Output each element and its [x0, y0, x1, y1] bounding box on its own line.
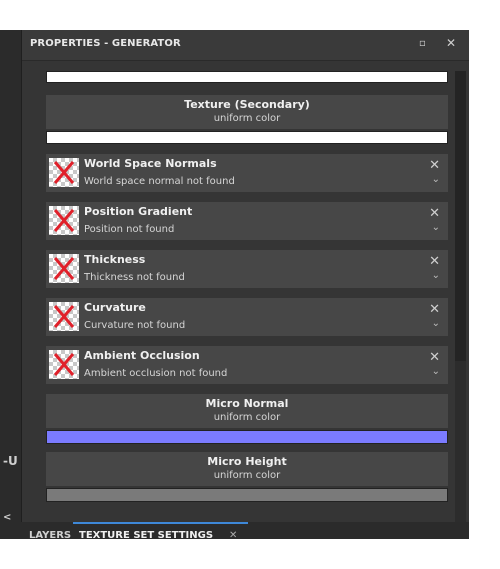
texture-secondary-slot[interactable]: Texture (Secondary) uniform color	[46, 95, 448, 129]
missing-texture-icon	[49, 302, 79, 331]
texture-secondary-color-swatch[interactable]	[46, 131, 448, 144]
close-icon[interactable]: ✕	[446, 36, 456, 50]
remove-icon[interactable]: ✕	[429, 206, 440, 221]
slot-title: World Space Normals	[84, 157, 217, 170]
slot-title: Curvature	[84, 301, 146, 314]
slot-position-gradient[interactable]: Position Gradient Position not found ✕ ⌄	[46, 202, 448, 240]
missing-texture-icon	[49, 158, 79, 187]
chevron-down-icon[interactable]: ⌄	[432, 174, 440, 185]
panel-title: PROPERTIES - GENERATOR	[30, 38, 181, 49]
collapse-arrow-icon[interactable]: <	[3, 512, 11, 523]
slot-subtitle: World space normal not found	[84, 176, 235, 187]
slot-subtitle: Position not found	[84, 224, 175, 235]
bottom-tab-bar: LAYERS TEXTURE SET SETTINGS ✕	[21, 522, 469, 539]
tab-texture-set-settings[interactable]: TEXTURE SET SETTINGS	[79, 530, 213, 539]
tab-close-icon[interactable]: ✕	[229, 530, 237, 539]
left-side-panel: -U <	[0, 30, 21, 539]
float-window-icon[interactable]: ▫	[419, 38, 426, 49]
remove-icon[interactable]: ✕	[429, 158, 440, 173]
slot-subtitle: uniform color	[213, 113, 281, 124]
missing-texture-icon	[49, 254, 79, 283]
slot-ambient-occlusion[interactable]: Ambient Occlusion Ambient occlusion not …	[46, 346, 448, 384]
top-color-swatch[interactable]	[46, 71, 448, 83]
slot-subtitle: Ambient occlusion not found	[84, 368, 228, 379]
remove-icon[interactable]: ✕	[429, 254, 440, 269]
scrollbar[interactable]	[455, 71, 466, 523]
panel-header: PROPERTIES - GENERATOR ▫ ✕	[22, 30, 469, 61]
slot-world-space-normals[interactable]: World Space Normals World space normal n…	[46, 154, 448, 192]
slot-subtitle: Curvature not found	[84, 320, 186, 331]
shortcut-label: -U	[3, 454, 18, 468]
missing-texture-icon	[49, 206, 79, 235]
slot-title: Micro Normal	[205, 397, 289, 410]
chevron-down-icon[interactable]: ⌄	[432, 318, 440, 329]
micro-height-color-swatch[interactable]	[46, 488, 448, 502]
chevron-down-icon[interactable]: ⌄	[432, 270, 440, 281]
missing-texture-icon	[49, 350, 79, 379]
slot-title: Micro Height	[207, 455, 287, 468]
slot-subtitle: Thickness not found	[84, 272, 185, 283]
remove-icon[interactable]: ✕	[429, 350, 440, 365]
micro-height-slot[interactable]: Micro Height uniform color	[46, 452, 448, 486]
slot-title: Ambient Occlusion	[84, 349, 200, 362]
properties-generator-panel: PROPERTIES - GENERATOR ▫ ✕ Texture (Seco…	[21, 30, 469, 539]
micro-normal-slot[interactable]: Micro Normal uniform color	[46, 394, 448, 428]
slot-title: Position Gradient	[84, 205, 193, 218]
slot-curvature[interactable]: Curvature Curvature not found ✕ ⌄	[46, 298, 448, 336]
slot-thickness[interactable]: Thickness Thickness not found ✕ ⌄	[46, 250, 448, 288]
slot-title: Thickness	[84, 253, 146, 266]
micro-normal-color-swatch[interactable]	[46, 430, 448, 444]
slot-subtitle: uniform color	[213, 470, 281, 481]
tab-layers[interactable]: LAYERS	[29, 530, 71, 539]
remove-icon[interactable]: ✕	[429, 302, 440, 317]
active-tab-indicator	[73, 522, 248, 524]
slot-title: Texture (Secondary)	[184, 98, 310, 111]
chevron-down-icon[interactable]: ⌄	[432, 366, 440, 377]
chevron-down-icon[interactable]: ⌄	[432, 222, 440, 233]
scrollbar-thumb[interactable]	[455, 71, 466, 361]
slot-subtitle: uniform color	[213, 412, 281, 423]
